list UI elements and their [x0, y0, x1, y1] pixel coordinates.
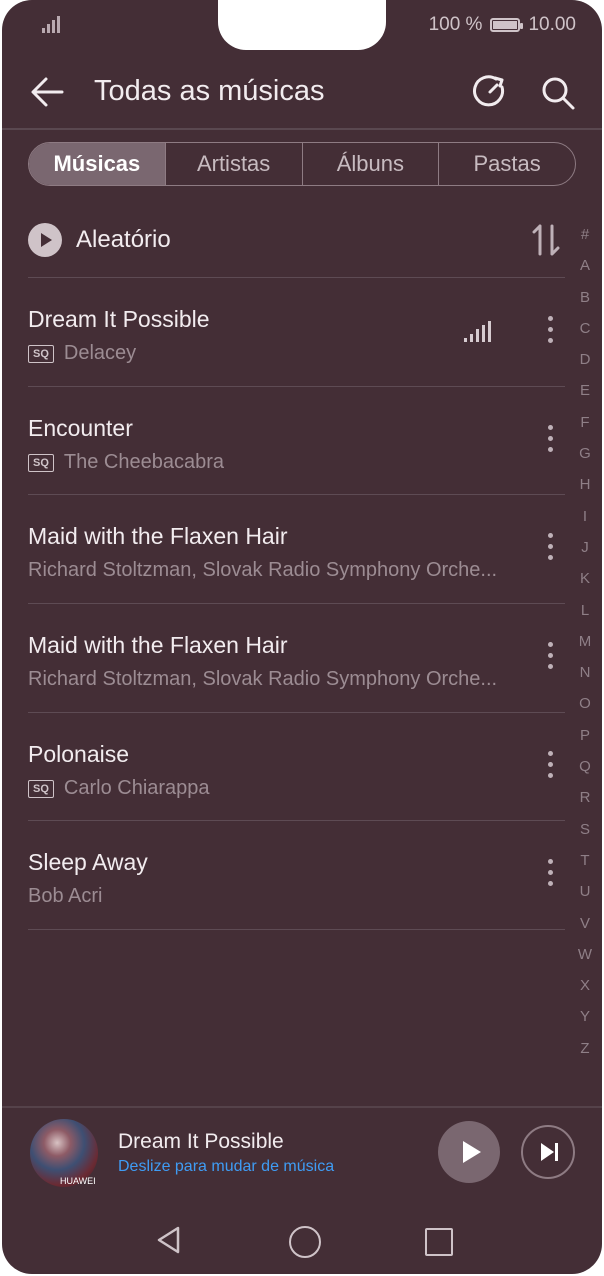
song-artist: Richard Stoltzman, Slovak Radio Symphony… — [28, 668, 498, 690]
alphabet-index-letter[interactable]: I — [570, 508, 600, 539]
scan-refresh-icon[interactable] — [472, 74, 508, 110]
sq-badge: SQ — [28, 779, 54, 798]
play-circle-icon — [28, 223, 62, 257]
alphabet-index-letter[interactable]: L — [570, 602, 600, 633]
signal-icon — [42, 15, 64, 33]
alphabet-index-letter[interactable]: X — [570, 977, 600, 1008]
song-artist: The Cheebacabra — [63, 451, 225, 473]
battery-icon — [490, 18, 524, 32]
alphabet-index-letter[interactable]: W — [570, 946, 600, 977]
alphabet-index-letter[interactable]: H — [570, 476, 600, 507]
song-row[interactable]: Dream It Possible SQ Delacey — [28, 278, 565, 386]
more-options-icon[interactable] — [547, 642, 553, 672]
alphabet-index-letter[interactable]: K — [570, 570, 600, 601]
nav-home-icon[interactable] — [289, 1226, 321, 1258]
sq-badge: SQ — [28, 453, 54, 472]
song-title: Encounter — [28, 415, 133, 441]
more-options-icon[interactable] — [547, 859, 553, 889]
search-icon[interactable] — [539, 74, 577, 112]
alphabet-index-letter[interactable]: V — [570, 915, 600, 946]
song-artist: Richard Stoltzman, Slovak Radio Symphony… — [28, 559, 498, 581]
song-subtitle: Richard Stoltzman, Slovak Radio Symphony… — [28, 559, 526, 582]
phone-screen: 100 % 10.00 Todas as músicas Músicas Art… — [2, 0, 602, 1274]
song-title: Polonaise — [28, 741, 130, 767]
now-playing-title[interactable]: Dream It Possible — [118, 1130, 284, 1154]
alphabet-index-letter[interactable]: G — [570, 445, 600, 476]
alphabet-index-letter[interactable]: Q — [570, 758, 600, 789]
shuffle-label: Aleatório — [76, 226, 171, 253]
song-artist: Bob Acri — [28, 885, 103, 907]
shuffle-all-button[interactable]: Aleatório — [28, 218, 548, 262]
alphabet-index-letter[interactable]: J — [570, 539, 600, 570]
song-artist: Delacey — [63, 342, 137, 364]
status-right: 100 % 10.00 — [429, 14, 576, 36]
alphabet-index-letter[interactable]: M — [570, 633, 600, 664]
alphabet-index-letter[interactable]: B — [570, 289, 600, 320]
alphabet-index-letter[interactable]: N — [570, 664, 600, 695]
tab-musicas[interactable]: Músicas — [29, 143, 165, 185]
song-row[interactable]: Encounter SQ The Cheebacabra — [28, 387, 565, 495]
back-arrow-icon[interactable] — [28, 74, 68, 110]
nav-back-icon[interactable] — [154, 1224, 184, 1256]
divider — [28, 929, 565, 930]
alphabet-index-letter[interactable]: E — [570, 382, 600, 413]
alphabet-index-letter[interactable]: R — [570, 789, 600, 820]
alphabet-index-letter[interactable]: D — [570, 351, 600, 382]
alphabet-index-letter[interactable]: Y — [570, 1008, 600, 1039]
page-title: Todas as músicas — [94, 75, 325, 107]
alphabet-index-letter[interactable]: Z — [570, 1040, 600, 1071]
more-options-icon[interactable] — [547, 316, 553, 346]
header-divider — [2, 128, 602, 130]
tab-artistas[interactable]: Artistas — [164, 143, 302, 185]
nav-recents-icon[interactable] — [425, 1228, 453, 1256]
tab-pastas[interactable]: Pastas — [438, 143, 575, 185]
camera-notch — [218, 0, 386, 50]
more-options-icon[interactable] — [547, 533, 553, 563]
cover-logo: HUAWEI — [60, 1176, 96, 1186]
alphabet-index-letter[interactable]: T — [570, 852, 600, 883]
next-track-button[interactable] — [521, 1125, 575, 1179]
battery-percent: 100 % — [428, 14, 483, 35]
song-subtitle: SQ Carlo Chiarappa — [28, 777, 526, 800]
clock: 10.00 — [528, 14, 576, 35]
song-title: Sleep Away — [28, 849, 148, 875]
song-row[interactable]: Maid with the Flaxen Hair Richard Stoltz… — [28, 495, 565, 603]
alphabet-index-letter[interactable]: O — [570, 695, 600, 726]
alphabet-index[interactable]: # A B C D E F G H I J K L M N O P Q R S T U V W X Y Z — [570, 226, 600, 1071]
song-row[interactable]: Polonaise SQ Carlo Chiarappa — [28, 713, 565, 821]
alphabet-index-letter[interactable]: S — [570, 821, 600, 852]
play-button[interactable] — [438, 1121, 500, 1183]
next-icon — [541, 1143, 554, 1161]
song-artist: Carlo Chiarappa — [63, 777, 210, 799]
sq-badge: SQ — [28, 344, 54, 363]
sort-icon[interactable] — [532, 222, 560, 258]
alphabet-index-letter[interactable]: # — [570, 226, 600, 257]
alphabet-index-letter[interactable]: U — [570, 883, 600, 914]
more-options-icon[interactable] — [547, 751, 553, 781]
tab-bar: Músicas Artistas Álbuns Pastas — [28, 142, 576, 186]
song-row[interactable]: Sleep Away Bob Acri — [28, 821, 565, 929]
alphabet-index-letter[interactable]: C — [570, 320, 600, 351]
song-subtitle: Richard Stoltzman, Slovak Radio Symphony… — [28, 668, 526, 691]
song-subtitle: SQ The Cheebacabra — [28, 451, 526, 474]
alphabet-index-letter[interactable]: A — [570, 257, 600, 288]
song-subtitle: SQ Delacey — [28, 342, 526, 365]
tab-albuns[interactable]: Álbuns — [301, 143, 439, 185]
alphabet-index-letter[interactable]: P — [570, 727, 600, 758]
now-playing-hint: Deslize para mudar de música — [118, 1158, 335, 1175]
song-title: Dream It Possible — [28, 306, 210, 332]
song-subtitle: Bob Acri — [28, 885, 526, 908]
song-title: Maid with the Flaxen Hair — [28, 523, 288, 549]
now-playing-bars-icon — [464, 320, 492, 342]
song-title: Maid with the Flaxen Hair — [28, 632, 288, 658]
alphabet-index-letter[interactable]: F — [570, 414, 600, 445]
header: Todas as músicas — [2, 60, 602, 126]
mini-player-divider — [2, 1106, 602, 1108]
song-row[interactable]: Maid with the Flaxen Hair Richard Stoltz… — [28, 604, 565, 712]
more-options-icon[interactable] — [547, 425, 553, 455]
